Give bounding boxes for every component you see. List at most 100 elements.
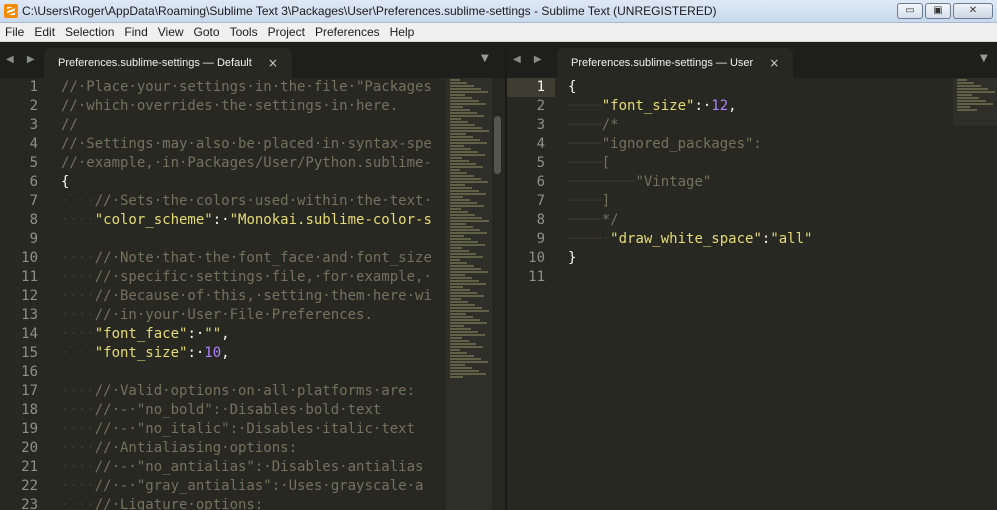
code-line: ····//·in·your·User·File·Preferences. xyxy=(61,307,373,323)
code-line: ····//·Note·that·the·font_face·and·font_… xyxy=(61,250,432,266)
code-line: ────"font_size":·12, xyxy=(568,98,737,114)
minimap-line xyxy=(450,166,483,168)
tab-user-settings[interactable]: Preferences.sublime-settings — User × xyxy=(557,48,794,78)
minimap-line xyxy=(450,364,465,366)
minimap-line xyxy=(957,85,981,87)
minimap-line xyxy=(450,337,462,339)
minimap-line xyxy=(450,79,460,81)
minimap-line xyxy=(450,289,470,291)
minimap-line xyxy=(450,277,472,279)
code-line: ····//·-·"gray_antialias":·Uses·grayscal… xyxy=(61,478,424,494)
menu-preferences[interactable]: Preferences xyxy=(310,25,385,39)
minimap-line xyxy=(450,94,465,96)
minimize-button[interactable]: ▭ xyxy=(897,3,923,19)
minimap-line xyxy=(450,313,466,315)
menu-project[interactable]: Project xyxy=(263,25,310,39)
minimap-line xyxy=(450,361,488,363)
code-line: ····"font_face":·"", xyxy=(61,326,230,342)
tab-dropdown-icon[interactable]: ▼ xyxy=(980,53,988,64)
minimap-line xyxy=(450,334,485,336)
minimap-line xyxy=(450,232,487,234)
line-number: 2 xyxy=(29,98,38,114)
tab-nav-arrows-icon[interactable]: ◀ ▶ xyxy=(513,54,547,65)
minimap-line xyxy=(450,343,476,345)
minimap-line xyxy=(450,268,481,270)
code-line: ────────"Vintage" xyxy=(568,174,712,190)
menu-view[interactable]: View xyxy=(153,25,189,39)
line-number: 6 xyxy=(29,174,38,190)
minimap-line xyxy=(957,94,972,96)
minimap-line xyxy=(450,112,477,114)
maximize-button[interactable]: ▣ xyxy=(925,3,951,19)
tab-close-icon[interactable]: × xyxy=(268,56,278,70)
minimap-line xyxy=(450,163,476,165)
scroll-thumb[interactable] xyxy=(494,116,501,174)
code-line: //·Place·your·settings·in·the·file·"Pack… xyxy=(61,79,432,95)
code-line: ····//·specific·settings·file,·for·examp… xyxy=(61,269,432,285)
minimap-line xyxy=(450,235,464,237)
minimap-line xyxy=(450,283,486,285)
minimap-line xyxy=(450,253,476,255)
minimap-line xyxy=(450,265,474,267)
window-title: C:\Users\Roger\AppData\Roaming\Sublime T… xyxy=(22,4,717,18)
minimap-line xyxy=(450,217,482,219)
minimap-line xyxy=(450,136,473,138)
minimap-line xyxy=(450,211,468,213)
minimap-line xyxy=(957,106,970,108)
minimap-line xyxy=(450,301,468,303)
tab-nav-arrows-icon[interactable]: ◀ ▶ xyxy=(6,54,40,65)
minimap-line xyxy=(450,199,470,201)
code-line: //·Settings·may·also·be·placed·in·syntax… xyxy=(61,136,432,152)
menu-help[interactable]: Help xyxy=(385,25,420,39)
right-minimap[interactable] xyxy=(953,78,997,510)
menu-edit[interactable]: Edit xyxy=(29,25,60,39)
code-line: ────·"draw_white_space":"all" xyxy=(568,231,813,247)
minimap-line xyxy=(957,91,995,93)
minimap-line xyxy=(450,292,477,294)
code-line: { xyxy=(568,79,577,95)
left-code-lines: //·Place·your·settings·in·the·file·"Pack… xyxy=(61,78,432,510)
menu-goto[interactable]: Goto xyxy=(189,25,225,39)
left-code-editor[interactable]: 1 2 3 4 5 6 7 8 9 10 11 12 13 14 15 16 1… xyxy=(0,78,505,510)
line-number: 1 xyxy=(29,79,38,95)
minimap-line xyxy=(450,244,485,246)
minimap-line xyxy=(450,187,472,189)
minimap-line xyxy=(450,115,484,117)
line-number: 21 xyxy=(21,459,38,475)
minimap-line xyxy=(450,100,479,102)
line-number: 3 xyxy=(536,117,545,133)
minimap-line xyxy=(450,307,482,309)
tab-default-settings[interactable]: Preferences.sublime-settings — Default × xyxy=(44,48,292,78)
minimap-line xyxy=(450,259,460,261)
left-minimap[interactable] xyxy=(446,78,492,510)
minimap-line xyxy=(957,103,993,105)
menu-find[interactable]: Find xyxy=(119,25,152,39)
left-scrollbar[interactable] xyxy=(493,78,502,510)
minimap-line xyxy=(450,373,486,375)
minimap-line xyxy=(450,223,466,225)
menu-selection[interactable]: Selection xyxy=(60,25,119,39)
menu-tools[interactable]: Tools xyxy=(225,25,263,39)
minimap-line xyxy=(450,262,467,264)
tab-dropdown-icon[interactable]: ▼ xyxy=(481,53,489,64)
close-button[interactable]: ✕ xyxy=(953,3,993,19)
menu-file[interactable]: File xyxy=(0,25,29,39)
minimap-line xyxy=(450,352,467,354)
minimap-line xyxy=(450,196,463,198)
code-line: } xyxy=(568,250,577,266)
minimap-line xyxy=(450,88,481,90)
code-line: ····//·Antialiasing·options: xyxy=(61,440,298,456)
line-number: 5 xyxy=(29,155,38,171)
line-number: 7 xyxy=(29,193,38,209)
line-number: 12 xyxy=(21,288,38,304)
line-number: 15 xyxy=(21,345,38,361)
right-code-lines: {────"font_size":·12, ────/* ────"ignored_… xyxy=(568,78,812,287)
tab-close-icon[interactable]: × xyxy=(769,56,779,70)
minimap-line xyxy=(450,169,460,171)
code-line: ····"font_size":·10, xyxy=(61,345,230,361)
minimap-line xyxy=(450,286,463,288)
right-tab-bar: ◀ ▶ Preferences.sublime-settings — User … xyxy=(507,42,997,78)
right-code-editor[interactable]: 1 2 3 4 5 6 7 8 9 10 11 {────"font_size"… xyxy=(507,78,997,510)
minimap-line xyxy=(450,181,488,183)
minimap-line xyxy=(450,298,461,300)
